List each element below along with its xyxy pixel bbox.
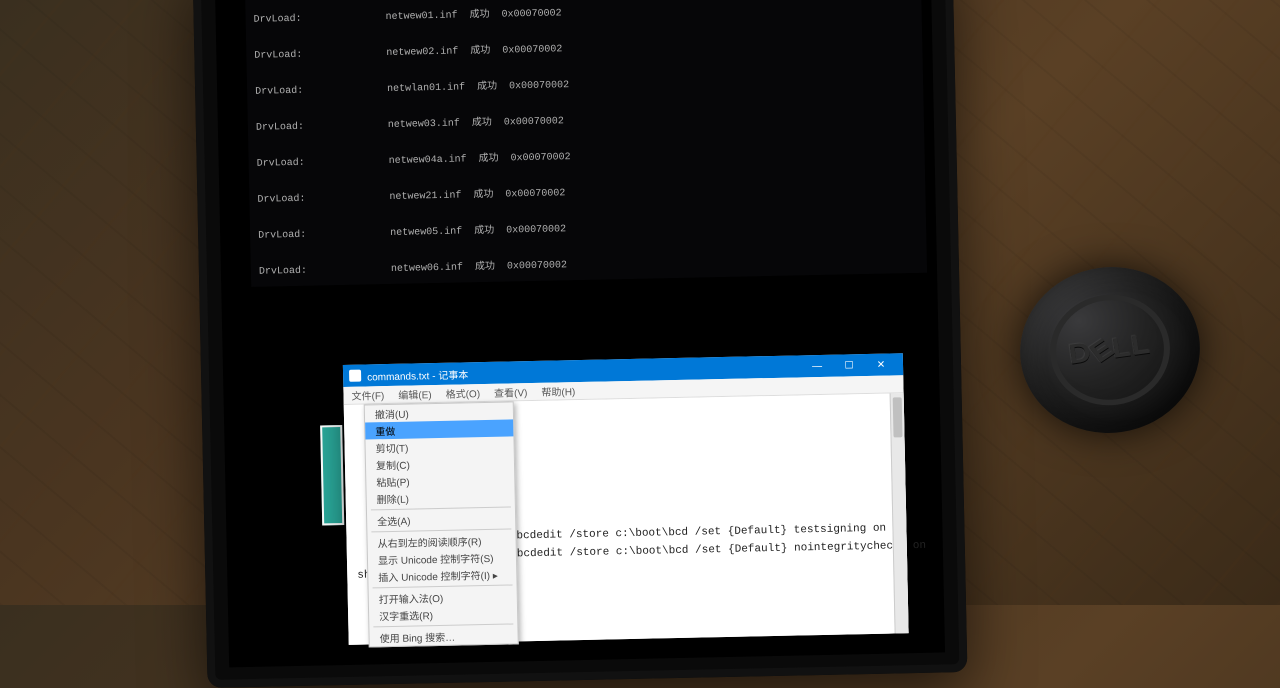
dell-logo-text: DELL [1043, 287, 1177, 413]
cmd-line: DrvLoad: netwew02.inf 成功 0x00070002 [254, 37, 914, 63]
cmd-line: DrvLoad: netwew05.inf 成功 0x00070002 [258, 217, 918, 243]
menu-help[interactable]: 帮助(H) [541, 383, 575, 399]
menu-view[interactable]: 查看(V) [494, 384, 528, 400]
menu-item-selectall[interactable]: 全选(A) [367, 509, 515, 529]
menu-item-bing[interactable]: 使用 Bing 搜索… [369, 626, 517, 646]
screen: DrvLoad: netwew01.inf 成功 0x00070002 DrvL… [215, 0, 945, 667]
menu-item-delete[interactable]: 删除(L) [367, 487, 515, 507]
cmd-line: DrvLoad: netwew04a.inf 成功 0x00070002 [257, 145, 917, 171]
menu-item-insert-unicode[interactable]: 插入 Unicode 控制字符(I) ▸ [368, 565, 516, 585]
minimize-button[interactable]: — [801, 355, 833, 378]
command-prompt-window[interactable]: DrvLoad: netwew01.inf 成功 0x00070002 DrvL… [245, 0, 927, 287]
dell-logo-badge: DELL [1009, 255, 1210, 444]
cmd-line: DrvLoad: netwew03.inf 成功 0x00070002 [256, 109, 916, 135]
notepad-icon [349, 370, 361, 382]
menu-file[interactable]: 文件(F) [351, 387, 384, 403]
desk-scene: DrvLoad: netwew01.inf 成功 0x00070002 DrvL… [0, 0, 1280, 605]
cmd-line: DrvLoad: netwlan01.inf 成功 0x00070002 [255, 73, 915, 99]
cmd-line: DrvLoad: netwew01.inf 成功 0x00070002 [254, 1, 914, 27]
menu-format[interactable]: 格式(O) [445, 385, 480, 401]
cmd-line: DrvLoad: netwew21.inf 成功 0x00070002 [257, 181, 917, 207]
notepad-body: bcdedit /store c:\boot\bcd /set {Default… [344, 393, 909, 645]
close-button[interactable]: ✕ [865, 353, 897, 376]
context-menu[interactable]: 撤消(U) 重做 剪切(T) 复制(C) 粘贴(P) 删除(L) 全选(A) 从… [364, 401, 519, 647]
scrollbar-thumb[interactable] [893, 397, 903, 437]
tablet-device: DrvLoad: netwew01.inf 成功 0x00070002 DrvL… [193, 0, 968, 688]
side-panel-tab[interactable] [320, 425, 344, 525]
cmd-line: DrvLoad: netwew06.inf 成功 0x00070002 [259, 253, 919, 279]
maximize-button[interactable]: ☐ [833, 354, 865, 377]
notepad-window[interactable]: commands.txt - 记事本 — ☐ ✕ 文件(F) 编辑(E) 格式(… [343, 353, 909, 645]
menu-item-reconvert[interactable]: 汉字重选(R) [369, 604, 517, 624]
menu-edit[interactable]: 编辑(E) [398, 386, 432, 402]
